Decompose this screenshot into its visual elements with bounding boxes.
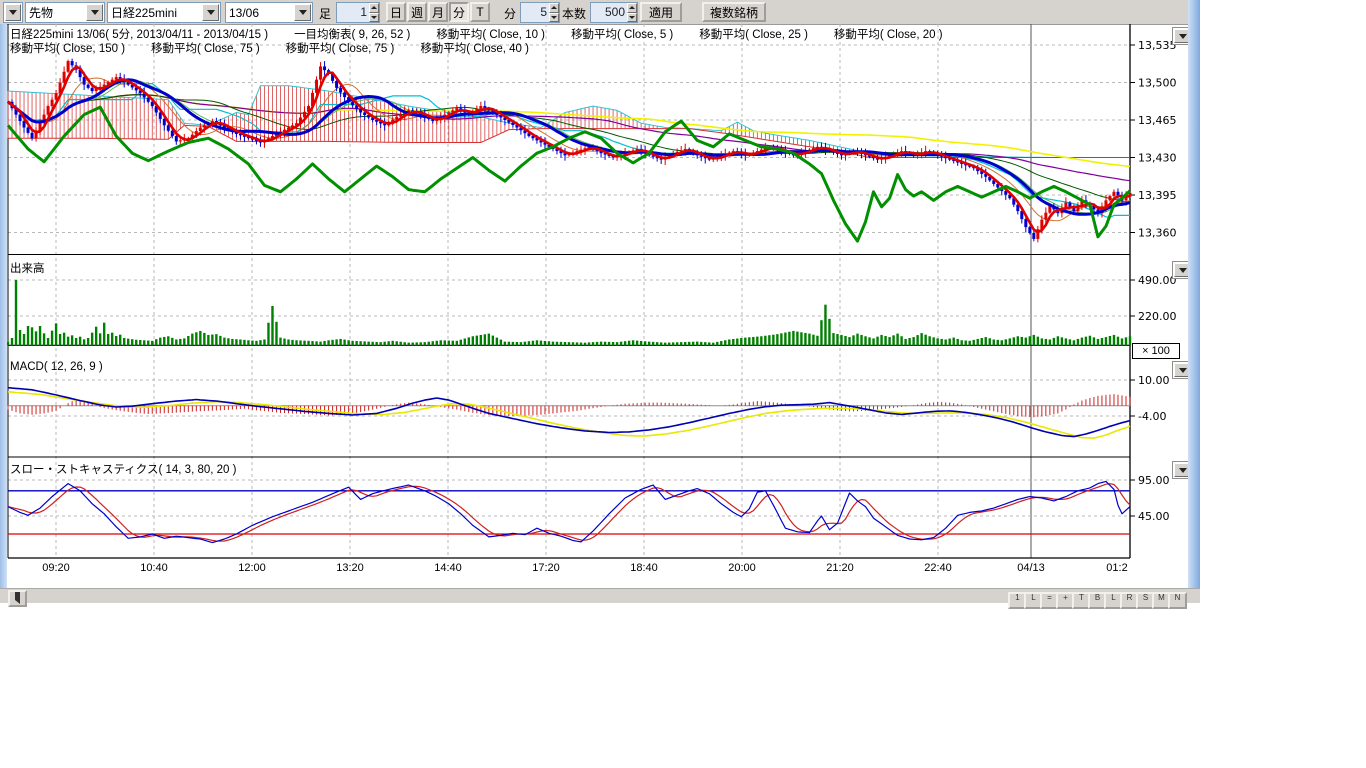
time-label: 09:20 [42, 562, 70, 574]
period-week-button[interactable]: 週 [407, 2, 427, 22]
legend-item: 移動平均( Close, 150 ) [10, 43, 125, 55]
chart-legend-line2: 移動平均( Close, 150 ) 移動平均( Close, 75 ) 移動平均(… [10, 40, 555, 56]
horizontal-scrollbar[interactable]: 1L=+TBLRSMN [0, 588, 1200, 603]
window-right-scroll-strip[interactable] [1188, 0, 1200, 588]
chevron-down-icon[interactable] [294, 4, 311, 21]
svg-text:13,360: 13,360 [1138, 227, 1177, 240]
time-label: 20:00 [728, 562, 756, 574]
time-label: 01:2 [1106, 562, 1127, 574]
mini-combo[interactable] [3, 2, 23, 23]
bar-interval-spinner[interactable]: 1 [336, 2, 380, 23]
screen: 先物 日経225mini 13/06 足 1 日 週 月 分 T 分 5 本数 … [0, 0, 1366, 768]
apply-button[interactable]: 適用 [640, 2, 682, 22]
time-label: 21:20 [826, 562, 854, 574]
volume-pane-label: 出来高 [10, 260, 45, 276]
chevron-down-icon[interactable] [86, 4, 103, 21]
chevron-down-icon[interactable] [202, 4, 219, 21]
interval-spinner[interactable]: 5 [520, 2, 560, 23]
legend-item: 移動平均( Close, 40 ) [420, 43, 529, 55]
time-label: 18:40 [630, 562, 658, 574]
bar-interval-value: 1 [337, 3, 369, 22]
stoch-pane-label: スロー・ストキャスティクス( 14, 3, 80, 20 ) [10, 461, 236, 477]
window-left-border [0, 24, 7, 588]
chart-canvas[interactable]: 13,535 13,500 13,465 13,430 13,395 13,360 490.… [0, 24, 1200, 588]
mini-toolbar-button[interactable]: N [1168, 592, 1187, 609]
macd-pane-label: MACD( 12, 26, 9 ) [10, 361, 103, 373]
svg-text:490.00: 490.00 [1138, 274, 1177, 287]
spin-up-icon[interactable] [627, 3, 637, 13]
chevron-down-icon[interactable] [5, 4, 21, 21]
count-value: 500 [591, 3, 627, 22]
legend-item: 移動平均( Close, 75 ) [286, 43, 395, 55]
period-minute-button[interactable]: 分 [449, 2, 469, 22]
time-label: 04/13 [1017, 562, 1045, 574]
time-label: 17:20 [532, 562, 560, 574]
spin-down-icon[interactable] [627, 13, 637, 23]
time-label: 12:00 [238, 562, 266, 574]
count-spinner[interactable]: 500 [590, 2, 638, 23]
period-month-button[interactable]: 月 [428, 2, 448, 22]
period-tick-button[interactable]: T [470, 2, 490, 22]
legend-item: 移動平均( Close, 25 ) [699, 29, 808, 41]
svg-text:220.00: 220.00 [1138, 310, 1177, 323]
legend-item: 移動平均( Close, 20 ) [834, 29, 943, 41]
instrument-type-select[interactable]: 先物 [25, 2, 105, 23]
period-day-button[interactable]: 日 [386, 2, 406, 22]
legend-item: 移動平均( Close, 5 ) [571, 29, 673, 41]
contract-month-value: 13/06 [226, 6, 293, 20]
symbol-select[interactable]: 日経225mini [107, 2, 221, 23]
interval-value: 5 [521, 3, 549, 22]
time-axis: 09:20 10:40 12:00 13:20 14:40 17:20 18:40 20:00… [0, 562, 1200, 582]
contract-month-select[interactable]: 13/06 [225, 2, 313, 23]
svg-text:13,500: 13,500 [1138, 77, 1177, 90]
svg-text:10.00: 10.00 [1138, 374, 1170, 387]
spin-down-icon[interactable] [549, 13, 559, 23]
svg-text:13,430: 13,430 [1138, 152, 1177, 165]
spin-up-icon[interactable] [369, 3, 379, 13]
svg-text:-4.00: -4.00 [1138, 410, 1166, 423]
time-label: 13:20 [336, 562, 364, 574]
svg-text:95.00: 95.00 [1138, 474, 1170, 487]
svg-text:13,395: 13,395 [1138, 189, 1177, 202]
count-label: 本数 [562, 5, 586, 22]
arrow-left-icon [15, 590, 20, 604]
bar-type-label: 足 [319, 5, 331, 22]
spin-down-icon[interactable] [369, 13, 379, 23]
svg-text:13,465: 13,465 [1138, 114, 1177, 127]
volume-multiplier-badge: × 100 [1132, 343, 1180, 359]
svg-text:45.00: 45.00 [1138, 510, 1170, 523]
chart-app-window: 先物 日経225mini 13/06 足 1 日 週 月 分 T 分 5 本数 … [0, 0, 1200, 602]
multi-symbol-button[interactable]: 複数銘柄 [702, 2, 766, 22]
svg-text:13,535: 13,535 [1138, 39, 1177, 52]
instrument-type-value: 先物 [26, 4, 85, 21]
legend-item: 移動平均( Close, 75 ) [151, 43, 260, 55]
interval-label: 分 [504, 5, 516, 22]
symbol-value: 日経225mini [108, 4, 201, 21]
scroll-left-button[interactable] [8, 590, 27, 607]
time-label: 10:40 [140, 562, 168, 574]
spin-up-icon[interactable] [549, 3, 559, 13]
time-label: 14:40 [434, 562, 462, 574]
time-label: 22:40 [924, 562, 952, 574]
toolbar: 先物 日経225mini 13/06 足 1 日 週 月 分 T 分 5 本数 … [0, 0, 1200, 25]
